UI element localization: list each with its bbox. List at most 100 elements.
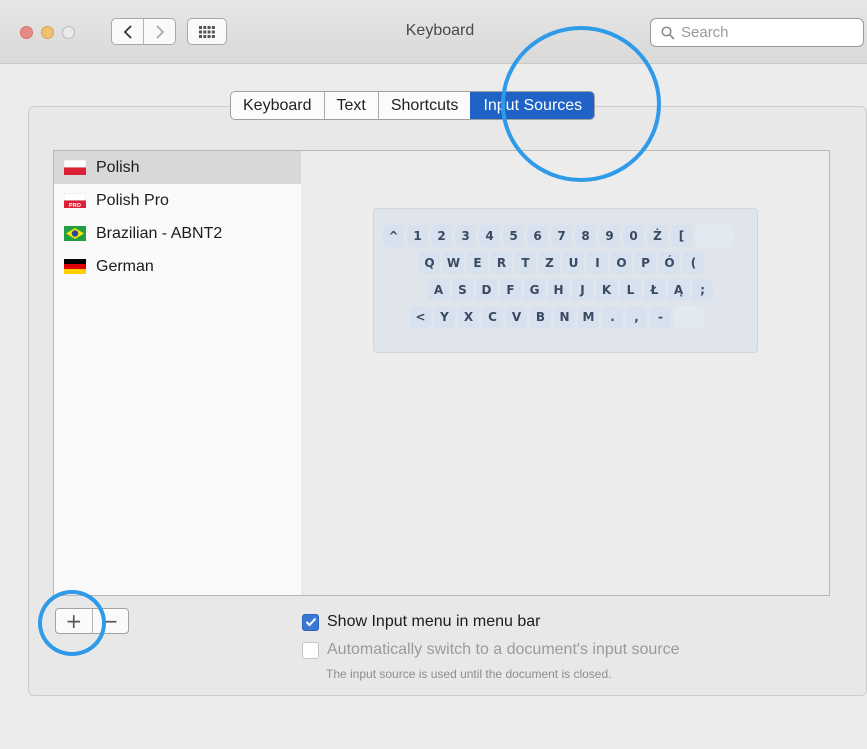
key-blank xyxy=(695,225,735,247)
key: Ó xyxy=(659,252,680,274)
key: P xyxy=(635,252,656,274)
key: K xyxy=(596,279,617,301)
chevron-right-icon xyxy=(155,24,164,39)
minimize-window-button[interactable] xyxy=(41,26,54,39)
key-blank xyxy=(674,306,704,328)
key: G xyxy=(524,279,545,301)
search-input[interactable] xyxy=(681,24,851,41)
polish-pro-flag-icon: PRO xyxy=(64,193,86,208)
remove-input-source-button[interactable]: − xyxy=(91,609,129,633)
tab-input-sources[interactable]: Input Sources xyxy=(470,92,595,119)
key: A xyxy=(428,279,449,301)
key: Ą xyxy=(668,279,689,301)
show-all-button[interactable] xyxy=(187,18,227,45)
key: I xyxy=(587,252,608,274)
keyboard-row-3: A S D F G H J K L Ł Ą ; xyxy=(374,279,757,303)
polish-flag-icon xyxy=(64,160,86,175)
forward-button[interactable] xyxy=(143,19,175,44)
key: D xyxy=(476,279,497,301)
list-item-label: Polish xyxy=(96,158,140,176)
chevron-left-icon xyxy=(123,24,132,39)
key: 3 xyxy=(455,225,476,247)
key: U xyxy=(563,252,584,274)
input-sources-list: Polish PRO Polish Pro Brazilian - ABNT2 … xyxy=(53,150,302,596)
list-item-label: German xyxy=(96,257,154,275)
key: M xyxy=(578,306,599,328)
key: 6 xyxy=(527,225,548,247)
list-item-label: Polish Pro xyxy=(96,191,169,209)
keyboard-layout-preview: ^ 1 2 3 4 5 6 7 8 9 0 Ż [ Q W E R T Z U … xyxy=(373,208,758,353)
key: Q xyxy=(419,252,440,274)
checkmark-icon xyxy=(305,617,316,627)
key: 9 xyxy=(599,225,620,247)
search-field[interactable] xyxy=(650,18,864,47)
key: J xyxy=(572,279,593,301)
show-input-menu-checkbox[interactable] xyxy=(302,613,319,631)
show-input-menu-label: Show Input menu in menu bar xyxy=(327,613,541,630)
key: W xyxy=(443,252,464,274)
search-icon xyxy=(661,25,675,40)
key: , xyxy=(626,306,647,328)
svg-text:PRO: PRO xyxy=(69,203,82,208)
tab-text[interactable]: Text xyxy=(323,92,378,119)
add-input-source-button[interactable]: + xyxy=(56,609,92,633)
grid-icon xyxy=(199,25,215,38)
keyboard-row-1: ^ 1 2 3 4 5 6 7 8 9 0 Ż [ xyxy=(374,225,757,249)
key: N xyxy=(554,306,575,328)
key: V xyxy=(506,306,527,328)
german-flag-icon xyxy=(64,259,86,274)
list-item-brazilian-abnt2[interactable]: Brazilian - ABNT2 xyxy=(54,217,301,250)
key: H xyxy=(548,279,569,301)
key: 4 xyxy=(479,225,500,247)
key: E xyxy=(467,252,488,274)
key: [ xyxy=(671,225,692,247)
key: 7 xyxy=(551,225,572,247)
auto-switch-checkbox[interactable] xyxy=(302,641,319,659)
key: O xyxy=(611,252,632,274)
list-item-polish-pro[interactable]: PRO Polish Pro xyxy=(54,184,301,217)
key: ^ xyxy=(383,225,404,247)
close-window-button[interactable] xyxy=(20,26,33,39)
key: 1 xyxy=(407,225,428,247)
key: 0 xyxy=(623,225,644,247)
tab-keyboard[interactable]: Keyboard xyxy=(231,92,323,119)
key: Ż xyxy=(647,225,668,247)
key: Z xyxy=(539,252,560,274)
window-titlebar: Keyboard xyxy=(0,0,867,64)
auto-switch-note: The input source is used until the docum… xyxy=(326,667,612,681)
key: - xyxy=(650,306,671,328)
key: . xyxy=(602,306,623,328)
tab-bar: Keyboard Text Shortcuts Input Sources xyxy=(230,91,596,120)
key: C xyxy=(482,306,503,328)
show-input-menu-option[interactable]: Show Input menu in menu bar xyxy=(302,613,540,631)
key: 2 xyxy=(431,225,452,247)
list-item-label: Brazilian - ABNT2 xyxy=(96,224,223,242)
key: S xyxy=(452,279,473,301)
key: 8 xyxy=(575,225,596,247)
list-item-polish[interactable]: Polish xyxy=(54,151,301,184)
key: L xyxy=(620,279,641,301)
keyboard-row-4: < Y X C V B N M . , - xyxy=(374,306,757,330)
keyboard-row-2: Q W E R T Z U I O P Ó ( xyxy=(374,252,757,276)
zoom-window-button[interactable] xyxy=(62,26,75,39)
key: 5 xyxy=(503,225,524,247)
list-item-german[interactable]: German xyxy=(54,250,301,283)
back-button[interactable] xyxy=(112,19,143,44)
key: Ł xyxy=(644,279,665,301)
key: ; xyxy=(692,279,713,301)
key: R xyxy=(491,252,512,274)
window-title: Keyboard xyxy=(405,22,475,39)
key: T xyxy=(515,252,536,274)
key: X xyxy=(458,306,479,328)
tab-shortcuts[interactable]: Shortcuts xyxy=(377,92,471,119)
key: Y xyxy=(434,306,455,328)
key: F xyxy=(500,279,521,301)
key: B xyxy=(530,306,551,328)
auto-switch-label: Automatically switch to a document's inp… xyxy=(327,641,680,658)
navigation-buttons xyxy=(111,18,176,45)
add-remove-buttons: + − xyxy=(55,608,129,634)
key: < xyxy=(410,306,431,328)
brazil-flag-icon xyxy=(64,226,86,241)
auto-switch-option[interactable]: Automatically switch to a document's inp… xyxy=(302,641,680,659)
key: ( xyxy=(683,252,704,274)
